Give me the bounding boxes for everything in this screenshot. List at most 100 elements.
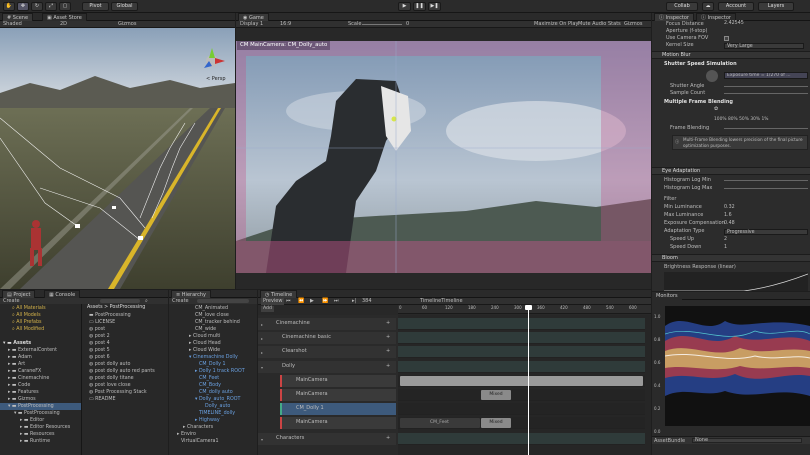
exposure-compensation-value[interactable]: 0.48 xyxy=(724,221,735,227)
rotate-tool-button[interactable]: ↻ xyxy=(31,2,43,11)
folder-item[interactable]: ▸ ▬ Gizmos xyxy=(8,396,36,403)
favorite-item[interactable]: ⌕ All Prefabs xyxy=(12,319,42,326)
go-first-button[interactable]: ⏮ xyxy=(286,298,291,305)
hierarchy-item[interactable]: CM_Feet xyxy=(199,375,219,382)
track-maincamera-2[interactable]: MainCamera xyxy=(280,389,396,401)
add-icon[interactable]: + xyxy=(386,435,390,441)
folder-item[interactable]: ▸ ▬ Cinemachine xyxy=(8,375,49,382)
mixed-clip[interactable]: Mixed xyxy=(481,390,511,400)
tab-hierarchy[interactable]: ≡ Hierarchy xyxy=(171,290,211,298)
scene-gizmos-dropdown[interactable]: Gizmos xyxy=(118,21,136,28)
next-frame-button[interactable]: ⏩ xyxy=(322,298,328,305)
track-maincamera-1[interactable]: MainCamera xyxy=(280,375,396,387)
hierarchy-item[interactable]: ▾ Cinemachine Dolly xyxy=(189,354,238,361)
bloom-header[interactable]: Bloom xyxy=(652,254,810,262)
file-item[interactable]: ◍ post love close xyxy=(89,382,131,389)
project-breadcrumb[interactable]: Assets > PostProcessing xyxy=(87,304,145,311)
tab-scene[interactable]: # Scene xyxy=(2,13,34,21)
cm-feet-clip[interactable]: CM_Feet xyxy=(400,418,480,428)
asset-bundle-dropdown[interactable]: None xyxy=(692,438,802,443)
file-item[interactable]: ▭ README xyxy=(89,396,116,403)
tab-project[interactable]: ▤ Project xyxy=(2,290,36,298)
track-group-cinemachine-basic[interactable]: ▸ Cinemachine basic + xyxy=(258,332,396,344)
add-icon[interactable]: + xyxy=(386,363,390,369)
folder-item[interactable]: ▸ ▬ Editor Resources xyxy=(20,424,70,431)
hierarchy-item[interactable]: CM_Animated xyxy=(195,305,228,312)
pivot-toggle[interactable]: Pivot xyxy=(82,2,109,11)
pause-button[interactable]: ❚❚ xyxy=(413,2,426,11)
eye-adaptation-header[interactable]: Eye Adaptation xyxy=(652,167,810,175)
shading-mode-dropdown[interactable]: Shaded xyxy=(3,21,22,28)
file-item[interactable]: ▭ LICENSE xyxy=(89,319,115,326)
playhead-handle[interactable] xyxy=(525,305,532,310)
timeline-clip[interactable] xyxy=(400,376,643,386)
hierarchy-item[interactable]: CM_wide xyxy=(195,326,216,333)
frame-blending-slider[interactable] xyxy=(724,128,808,129)
folder-item[interactable]: ▸ ▬ Features xyxy=(8,389,39,396)
prev-frame-button[interactable]: ⏪ xyxy=(298,298,304,305)
file-item[interactable]: ◍ post dolly titane xyxy=(89,375,134,382)
loop-button[interactable]: ▸| xyxy=(352,298,356,305)
shutter-angle-slider[interactable] xyxy=(724,86,808,87)
hierarchy-item[interactable]: CM_Body xyxy=(199,382,221,389)
folder-item[interactable]: ▸ ▬ Runtime xyxy=(20,438,50,445)
histogram-log-max-slider[interactable] xyxy=(724,188,808,189)
hierarchy-item[interactable]: ▸ Highway xyxy=(195,417,220,424)
kernel-size-dropdown[interactable]: Very Large xyxy=(724,43,804,49)
favorite-item[interactable]: ⌕ All Modified xyxy=(12,326,44,333)
hierarchy-item[interactable]: ▸ Enviro xyxy=(177,431,196,438)
step-button[interactable]: ▶❚ xyxy=(428,2,441,11)
play-button[interactable]: ▶ xyxy=(398,2,411,11)
add-icon[interactable]: + xyxy=(386,320,390,326)
timeline-preview-toggle[interactable]: Preview xyxy=(261,298,285,305)
use-camera-fov-checkbox[interactable] xyxy=(724,36,729,41)
min-luminance-value[interactable]: 0.32 xyxy=(724,205,735,211)
go-last-button[interactable]: ⏭ xyxy=(334,298,339,305)
hand-tool-button[interactable]: ✋ xyxy=(3,2,15,11)
focus-distance-value[interactable]: 2.42545 xyxy=(724,21,744,27)
account-dropdown[interactable]: Account xyxy=(718,2,754,11)
folder-item[interactable]: ▾ ▬ PostProcessing xyxy=(14,410,60,417)
aspect-dropdown[interactable]: 16:9 xyxy=(280,21,291,28)
hierarchy-item[interactable]: Dolly_auto xyxy=(205,403,230,410)
track-cm-dolly-1[interactable]: CM_Dolly 1 xyxy=(280,403,396,415)
hierarchy-item[interactable]: CM_tracker behind xyxy=(195,319,240,326)
tab-game[interactable]: ◉ Game xyxy=(238,13,269,21)
track-maincamera-3[interactable]: MainCamera xyxy=(280,417,396,429)
file-item[interactable]: ◍ post 4 xyxy=(89,340,110,347)
layers-dropdown[interactable]: Layers xyxy=(758,2,794,11)
histogram-log-min-slider[interactable] xyxy=(724,180,808,181)
tab-inspector-2[interactable]: ⓘ Inspector xyxy=(696,13,736,21)
hierarchy-item[interactable]: ▸ Cloud multi xyxy=(189,333,220,340)
folder-item[interactable]: ▸ ▬ Adam xyxy=(8,354,32,361)
folder-item[interactable]: ▸ ▬ Resources xyxy=(20,431,55,438)
track-group-characters[interactable]: ▾ Characters + xyxy=(258,433,396,445)
tab-console[interactable]: ▦ Console xyxy=(44,290,81,298)
scale-tool-button[interactable]: ⤢ xyxy=(45,2,57,11)
speed-down-value[interactable]: 1 xyxy=(724,245,727,251)
hierarchy-item[interactable]: CM_dolly auto xyxy=(199,389,233,396)
add-icon[interactable]: + xyxy=(386,348,390,354)
hierarchy-item[interactable]: ▾ Dolly_auto_ROOT xyxy=(195,396,240,403)
hierarchy-item[interactable]: CM_love close xyxy=(195,312,229,319)
game-viewport[interactable] xyxy=(236,41,651,273)
track-group-dolly[interactable]: ▾ Dolly + xyxy=(258,361,396,373)
mute-audio-toggle[interactable]: Mute Audio xyxy=(578,21,606,28)
hierarchy-item[interactable]: ▸ Dolly 1 track ROOT xyxy=(195,368,245,375)
sample-count-slider[interactable] xyxy=(724,93,808,94)
shutter-exposure-field[interactable]: Exposure time = 1/270 of ... xyxy=(724,72,808,79)
timeline-play-button[interactable]: ▶ xyxy=(310,298,314,305)
motion-blur-header[interactable]: Motion Blur xyxy=(652,51,810,59)
file-item[interactable]: ◍ post xyxy=(89,326,105,333)
hierarchy-search-input[interactable] xyxy=(197,299,249,303)
hierarchy-item[interactable]: ▸ Cloud Head xyxy=(189,340,221,347)
file-item[interactable]: ◍ post 5 xyxy=(89,347,110,354)
folder-item[interactable]: ▸ ▬ Code xyxy=(8,382,30,389)
tab-monitors[interactable]: Monitors xyxy=(652,292,682,300)
scene-viewport[interactable]: < Persp xyxy=(0,28,235,289)
adaptation-type-dropdown[interactable]: Progressive xyxy=(724,229,808,235)
max-luminance-value[interactable]: 1.6 xyxy=(724,213,732,219)
track-group-cinemachine[interactable]: ▸ Cinemachine + xyxy=(258,318,396,330)
maximize-on-play-toggle[interactable]: Maximize On Play xyxy=(534,21,578,28)
file-item[interactable]: ◍ post 6 xyxy=(89,354,110,361)
